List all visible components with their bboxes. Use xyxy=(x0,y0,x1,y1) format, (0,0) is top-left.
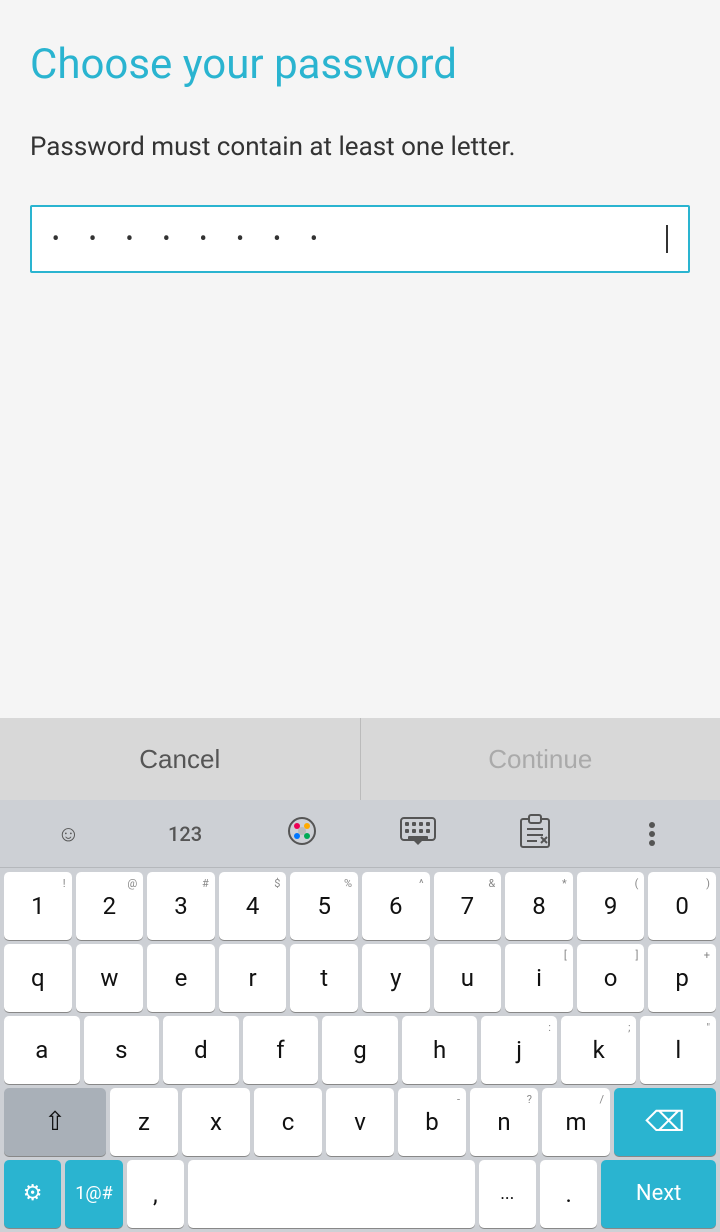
theme-toolbar-button[interactable] xyxy=(243,800,360,867)
key-t[interactable]: t xyxy=(290,944,358,1012)
key-j[interactable]: :j xyxy=(481,1016,557,1084)
keyboard-toolbar: ☺ 123 xyxy=(0,800,720,868)
page-title: Choose your password xyxy=(30,40,690,89)
key-z[interactable]: z xyxy=(110,1088,178,1156)
key-5[interactable]: %5 xyxy=(290,872,358,940)
emoji-icon: ☺ xyxy=(57,821,79,847)
key-a[interactable]: a xyxy=(4,1016,80,1084)
key-n[interactable]: ?n xyxy=(470,1088,538,1156)
more-toolbar-button[interactable] xyxy=(593,800,710,867)
text-cursor xyxy=(666,225,668,253)
period-key[interactable]: . xyxy=(540,1160,597,1228)
key-h[interactable]: h xyxy=(402,1016,478,1084)
space-key[interactable] xyxy=(188,1160,475,1228)
key-d[interactable]: d xyxy=(163,1016,239,1084)
key-row-qwerty: q w e r t y u [i ]o +p xyxy=(4,944,716,1012)
key-o[interactable]: ]o xyxy=(577,944,645,1012)
password-hint: Password must contain at least one lette… xyxy=(30,129,690,165)
emoji-toolbar-button[interactable]: ☺ xyxy=(10,800,127,867)
numbers-label: 123 xyxy=(168,822,202,846)
key-w[interactable]: w xyxy=(76,944,144,1012)
key-u[interactable]: u xyxy=(434,944,502,1012)
content-area: Choose your password Password must conta… xyxy=(0,0,720,303)
key-y[interactable]: y xyxy=(362,944,430,1012)
key-2[interactable]: @2 xyxy=(76,872,144,940)
key-7[interactable]: &7 xyxy=(434,872,502,940)
key-c[interactable]: c xyxy=(254,1088,322,1156)
key-row-zxcv: ⇧ z x c v -b ?n /m ⌫ xyxy=(4,1088,716,1156)
password-dots: • • • • • • • • xyxy=(52,227,666,252)
key-0[interactable]: )0 xyxy=(648,872,716,940)
key-g[interactable]: g xyxy=(322,1016,398,1084)
key-e[interactable]: e xyxy=(147,944,215,1012)
key-f[interactable]: f xyxy=(243,1016,319,1084)
key-q[interactable]: q xyxy=(4,944,72,1012)
ellipsis-key[interactable]: ... xyxy=(479,1160,536,1228)
key-row-bottom: ⚙ 1@# , ... . Next xyxy=(4,1160,716,1228)
key-9[interactable]: (9 xyxy=(577,872,645,940)
key-m[interactable]: /m xyxy=(542,1088,610,1156)
key-k[interactable]: ;k xyxy=(561,1016,637,1084)
clipboard-toolbar-button[interactable] xyxy=(477,800,594,867)
more-icon xyxy=(649,822,655,846)
key-1[interactable]: !1 xyxy=(4,872,72,940)
gear-key[interactable]: ⚙ xyxy=(4,1160,61,1228)
key-l[interactable]: "l xyxy=(640,1016,716,1084)
shift-key[interactable]: ⇧ xyxy=(4,1088,106,1156)
content-spacer xyxy=(0,303,720,718)
key-s[interactable]: s xyxy=(84,1016,160,1084)
key-8[interactable]: *8 xyxy=(505,872,573,940)
key-v[interactable]: v xyxy=(326,1088,394,1156)
key-p[interactable]: +p xyxy=(648,944,716,1012)
key-4[interactable]: $4 xyxy=(219,872,287,940)
key-3[interactable]: #3 xyxy=(147,872,215,940)
keyboard: !1 @2 #3 $4 %5 ^6 &7 *8 (9 )0 q w e r t … xyxy=(0,868,720,1232)
continue-button[interactable]: Continue xyxy=(361,718,720,800)
key-i[interactable]: [i xyxy=(505,944,573,1012)
clipboard-icon xyxy=(520,814,550,854)
key-x[interactable]: x xyxy=(182,1088,250,1156)
comma-key[interactable]: , xyxy=(127,1160,184,1228)
action-bar: Cancel Continue xyxy=(0,718,720,800)
key-row-numbers: !1 @2 #3 $4 %5 ^6 &7 *8 (9 )0 xyxy=(4,872,716,940)
key-r[interactable]: r xyxy=(219,944,287,1012)
key-row-asdf: a s d f g h :j ;k "l xyxy=(4,1016,716,1084)
key-b[interactable]: -b xyxy=(398,1088,466,1156)
numpad-key[interactable]: 1@# xyxy=(65,1160,122,1228)
password-input-wrapper[interactable]: • • • • • • • • xyxy=(30,205,690,273)
key-6[interactable]: ^6 xyxy=(362,872,430,940)
theme-icon xyxy=(286,815,318,853)
next-key[interactable]: Next xyxy=(601,1160,716,1228)
keyboard-icon xyxy=(400,817,436,851)
keyboard-toolbar-button[interactable] xyxy=(360,800,477,867)
backspace-key[interactable]: ⌫ xyxy=(614,1088,716,1156)
cancel-button[interactable]: Cancel xyxy=(0,718,361,800)
numbers-toolbar-button[interactable]: 123 xyxy=(127,800,244,867)
